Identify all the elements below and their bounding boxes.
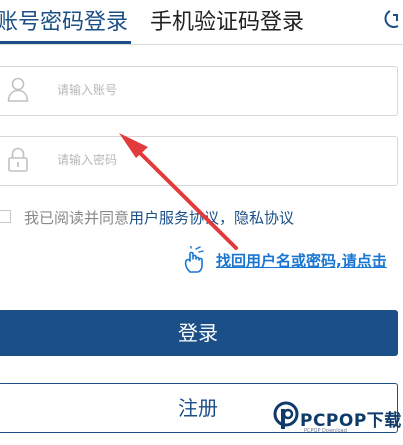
lock-icon: [8, 147, 28, 172]
hand-pointer-icon: [184, 246, 204, 273]
password-field[interactable]: [0, 136, 398, 186]
tab-account-password-login[interactable]: 账号密码登录: [0, 4, 128, 36]
agreement-text: 我已阅读并同意用户服务协议，隐私协议: [24, 207, 294, 228]
password-input[interactable]: [57, 145, 377, 175]
pcpop-logo: [273, 401, 299, 429]
account-field[interactable]: [0, 66, 398, 116]
user-icon: [7, 77, 29, 102]
login-button[interactable]: 登录: [0, 310, 398, 356]
agreement-prefix: 我已阅读并同意: [24, 209, 130, 227]
agreement-checkbox[interactable]: [0, 210, 11, 223]
login-tabs: 账号密码登录 手机验证码登录: [0, 0, 403, 46]
agreement-separator: ，: [219, 209, 235, 227]
watermark-subtext: PCPOP Download: [304, 428, 347, 434]
clipped-tab-icon[interactable]: [384, 8, 403, 30]
account-input[interactable]: [57, 75, 377, 105]
user-service-agreement-link[interactable]: 用户服务协议: [129, 209, 219, 227]
forgot-username-password-link[interactable]: 找回用户名或密码,请点击: [216, 250, 387, 271]
privacy-agreement-link[interactable]: 隐私协议: [234, 209, 294, 227]
pcpop-watermark: PCPOP下载 PCPOP Download: [272, 400, 403, 445]
tab-phone-code-login[interactable]: 手机验证码登录: [150, 4, 304, 36]
tabs-divider: [0, 44, 403, 45]
